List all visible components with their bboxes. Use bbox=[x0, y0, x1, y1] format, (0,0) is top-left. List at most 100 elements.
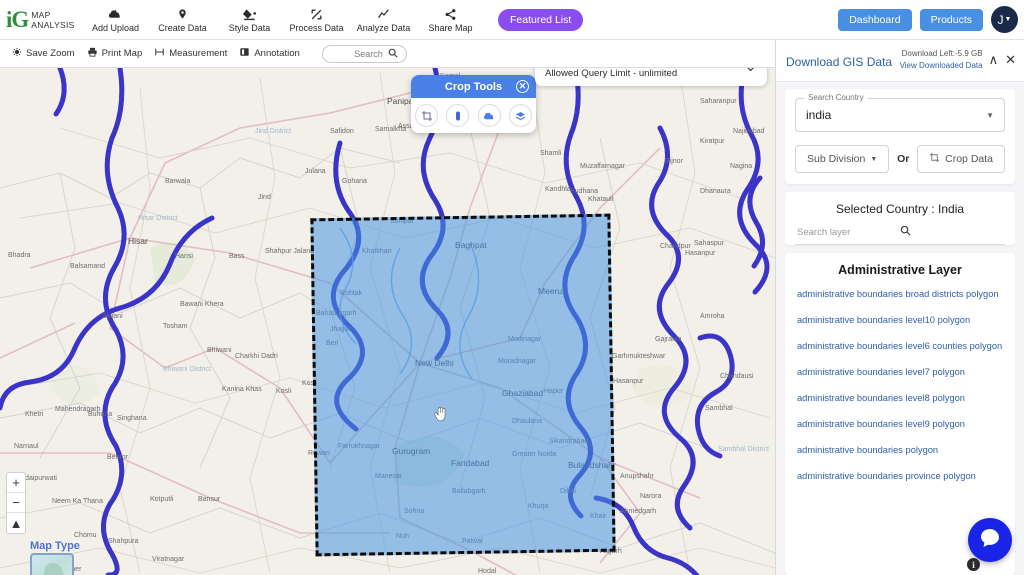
map-place-label: Julana bbox=[305, 168, 326, 175]
info-icon[interactable]: i bbox=[967, 558, 980, 571]
map-place-label: Hisar bbox=[128, 236, 148, 246]
map-place-label: Chandausi bbox=[720, 373, 754, 380]
map-place-label: Tosham bbox=[163, 323, 188, 330]
layer-search-input[interactable]: Search layer bbox=[795, 225, 1005, 245]
crop-data-button[interactable]: Crop Data bbox=[917, 145, 1005, 173]
map-place-label: Nagina bbox=[730, 163, 753, 170]
selected-country-text: Selected Country : India bbox=[835, 202, 965, 216]
layer-item[interactable]: administrative boundaries broad district… bbox=[785, 289, 1015, 299]
crop-tools-body bbox=[411, 98, 536, 133]
close-icon[interactable]: ✕ bbox=[516, 80, 529, 93]
cloud-crop-icon[interactable] bbox=[477, 104, 501, 127]
products-button[interactable]: Products bbox=[919, 8, 983, 31]
map-zoom-controls: + − ▲ bbox=[6, 472, 26, 534]
nav-item-create-data[interactable]: Create Data bbox=[149, 0, 216, 40]
map-place-label: Bass bbox=[229, 253, 245, 260]
paint-bucket-icon bbox=[242, 6, 257, 21]
layer-item[interactable]: administrative boundaries polygon bbox=[785, 445, 1015, 455]
chart-line-icon bbox=[377, 6, 391, 21]
layer-item[interactable]: administrative boundaries level9 polygon bbox=[785, 419, 1015, 429]
cloud-upload-icon bbox=[109, 6, 122, 21]
nav-label: Share Map bbox=[428, 23, 473, 33]
download-left-text: Download Left:-5.9 GB bbox=[901, 49, 983, 58]
view-downloaded-data-link[interactable]: View Downloaded Data bbox=[900, 60, 983, 72]
map-place-label: Shamli bbox=[540, 150, 562, 157]
layer-item[interactable]: administrative boundaries level7 polygon bbox=[785, 367, 1015, 377]
annotation-icon bbox=[239, 47, 250, 60]
measurement-icon bbox=[154, 47, 165, 60]
map-type-control[interactable]: Map Type bbox=[30, 540, 80, 575]
layer-item[interactable]: administrative boundaries level10 polygo… bbox=[785, 315, 1015, 325]
map-place-label: Charkhi Dadri bbox=[235, 353, 278, 360]
compass-tilt-button[interactable]: ▲ bbox=[7, 513, 25, 533]
map-place-label: Saharanpur bbox=[700, 98, 737, 105]
nav-label: Create Data bbox=[158, 23, 207, 33]
nav-item-share-map[interactable]: Share Map bbox=[417, 0, 484, 40]
map-place-label: Hansi bbox=[175, 253, 193, 260]
crop-rect-icon[interactable] bbox=[415, 104, 439, 127]
nav-label: Process Data bbox=[289, 23, 344, 33]
nav-item-add-upload[interactable]: Add Upload bbox=[82, 0, 149, 40]
layer-item[interactable]: administrative boundaries level6 countie… bbox=[785, 341, 1015, 351]
chevron-down-icon: ▼ bbox=[1004, 16, 1012, 23]
map-place-label: Hodal bbox=[478, 568, 497, 575]
brand-logo[interactable]: iG MAP ANALYSIS bbox=[6, 8, 82, 31]
pin-crop-icon[interactable] bbox=[446, 104, 470, 127]
layers-crop-icon[interactable] bbox=[508, 104, 532, 127]
map-place-label: Hasanpur bbox=[613, 378, 644, 385]
save-zoom-button[interactable]: Save Zoom bbox=[12, 47, 75, 60]
avatar-initial: J bbox=[997, 12, 1004, 27]
map-pin-icon bbox=[177, 6, 188, 21]
print-map-label: Print Map bbox=[101, 48, 143, 59]
ai-search-line2: Allowed Query Limit - unlimited bbox=[545, 67, 678, 79]
annotation-label: Annotation bbox=[254, 48, 300, 59]
nav-item-analyze-data[interactable]: Analyze Data bbox=[350, 0, 417, 40]
map-place-label: Chomu bbox=[74, 532, 97, 539]
avatar[interactable]: J ▼ bbox=[991, 6, 1018, 33]
printer-icon bbox=[87, 47, 98, 60]
dashboard-button[interactable]: Dashboard bbox=[838, 8, 912, 31]
measurement-label: Measurement bbox=[169, 48, 228, 59]
annotation-button[interactable]: Annotation bbox=[239, 47, 300, 60]
crop-selection-rectangle[interactable] bbox=[310, 213, 616, 557]
country-value: india bbox=[806, 108, 832, 122]
collapse-icon[interactable]: ∧ bbox=[989, 53, 999, 66]
nav-label: Add Upload bbox=[91, 23, 140, 33]
layer-item[interactable]: administrative boundaries province polyg… bbox=[785, 471, 1015, 481]
map-type-label: Map Type bbox=[30, 540, 80, 552]
map-place-label: Barwala bbox=[165, 178, 191, 185]
nav-item-style-data[interactable]: Style Data bbox=[216, 0, 283, 40]
map-place-label: Bhadra bbox=[8, 252, 31, 259]
zoom-out-button[interactable]: − bbox=[7, 493, 25, 513]
measurement-button[interactable]: Measurement bbox=[154, 47, 227, 60]
map-place-label: Gajraula bbox=[655, 336, 682, 343]
zoom-in-button[interactable]: + bbox=[7, 473, 25, 493]
close-icon[interactable]: ✕ bbox=[1005, 53, 1016, 66]
chevron-down-icon: ▼ bbox=[870, 155, 878, 163]
map-place-label: Ahmedgarh bbox=[620, 508, 657, 515]
chat-support-button[interactable] bbox=[968, 518, 1012, 562]
nav-item-process-data[interactable]: Process Data bbox=[283, 0, 350, 40]
layer-item[interactable]: administrative boundaries level8 polygon bbox=[785, 393, 1015, 403]
top-nav-right-group: Dashboard Products J ▼ bbox=[838, 6, 1018, 33]
search-icon[interactable] bbox=[900, 225, 1003, 239]
panel-meta: Download Left:-5.9 GB View Downloaded Da… bbox=[900, 48, 983, 72]
print-map-button[interactable]: Print Map bbox=[87, 47, 143, 60]
search-input[interactable]: Search bbox=[321, 44, 407, 63]
map-place-label: Buhana bbox=[88, 411, 113, 418]
map-place-label: Kandhla bbox=[545, 186, 571, 193]
map-viewport[interactable]: Bhadra Hisar Barwala Jind Jind District Hisar… bbox=[0, 68, 775, 575]
map-type-thumbnail[interactable] bbox=[30, 553, 74, 575]
map-place-label: Gohana bbox=[342, 178, 367, 185]
sub-division-dropdown[interactable]: Sub Division ▼ bbox=[795, 145, 890, 173]
top-navigation-bar: iG MAP ANALYSIS Add Upload Create Data S… bbox=[0, 0, 1024, 40]
search-placeholder: Search bbox=[354, 48, 383, 59]
map-place-label: Bawani Khera bbox=[180, 301, 224, 308]
nav-label: Style Data bbox=[228, 23, 271, 33]
map-place-label: Hasanpur bbox=[685, 250, 716, 257]
map-place-label: Viratnagar bbox=[152, 556, 185, 563]
panel-title: Download GIS Data bbox=[786, 55, 893, 69]
map-place-label: Khetri bbox=[25, 411, 44, 418]
search-country-select[interactable]: Search Country india ▼ bbox=[795, 93, 1005, 132]
featured-list-button[interactable]: Featured List bbox=[498, 8, 584, 31]
